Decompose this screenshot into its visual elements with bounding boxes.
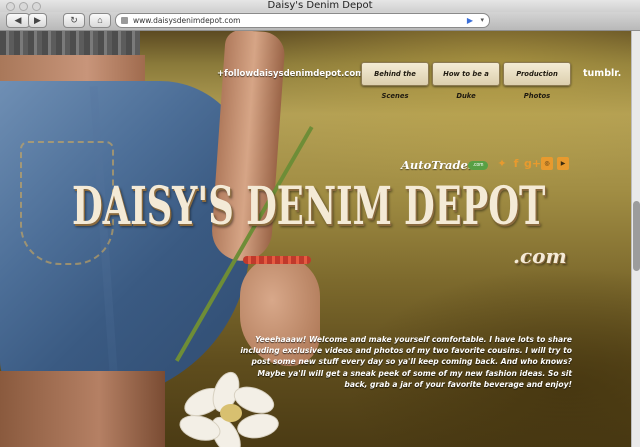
back-button[interactable]: ◀ [6, 13, 30, 28]
autotrader-badge: .com [468, 161, 488, 170]
site-logo: DAISY'S DENIM DEPOT [72, 176, 546, 237]
window-controls[interactable] [6, 2, 41, 11]
chevron-down-icon[interactable]: ▾ [480, 14, 484, 27]
forward-button[interactable]: ▶ [28, 13, 47, 28]
follow-link[interactable]: +followdaisysdenimdepot.com [217, 69, 364, 79]
intro-lead: Yeeehaaaw! [255, 335, 307, 344]
tumblr-link[interactable]: tumblr. [583, 68, 621, 79]
title-bar: Daisy's Denim Depot [0, 0, 640, 12]
nav-button-production-photos[interactable]: Production Photos [503, 62, 571, 100]
nav-button-how-to-be-a-duke[interactable]: How to be a Duke [432, 62, 500, 100]
address-bar[interactable]: www.daisysdenimdepot.com ▶ ▾ [115, 13, 490, 28]
go-icon[interactable]: ▶ [467, 14, 473, 27]
site-logo-suffix: .com [513, 244, 567, 268]
intro-text: Yeeehaaaw! Welcome and make yourself com… [238, 334, 572, 390]
browser-window: Daisy's Denim Depot ◀ ▶ ↻ ⌂ www.daisysde… [0, 0, 640, 447]
reload-button[interactable]: ↻ [63, 13, 85, 28]
youtube-icon[interactable]: ▶ [557, 157, 569, 170]
favicon-icon [121, 17, 128, 24]
vertical-scrollbar[interactable] [631, 31, 640, 447]
home-button[interactable]: ⌂ [89, 13, 111, 28]
window-title: Daisy's Denim Depot [267, 0, 373, 11]
nav-button-behind-the-scenes[interactable]: Behind the Scenes [361, 62, 429, 100]
autotrader-logo[interactable]: AutoTrader [401, 158, 474, 172]
browser-toolbar: ◀ ▶ ↻ ⌂ www.daisysdenimdepot.com ▶ ▾ [0, 12, 640, 31]
twitter-icon[interactable]: ✦ [496, 157, 508, 170]
address-input[interactable]: www.daisysdenimdepot.com [133, 14, 240, 27]
bracelet [243, 256, 311, 264]
page-content: +followdaisysdenimdepot.com Behind the S… [0, 31, 631, 447]
background-photo-leg [0, 371, 165, 447]
instagram-icon[interactable]: ◎ [541, 157, 553, 170]
google-plus-icon[interactable]: g+ [524, 157, 541, 170]
scrollbar-thumb[interactable] [633, 201, 640, 271]
facebook-icon[interactable]: f [510, 157, 522, 170]
